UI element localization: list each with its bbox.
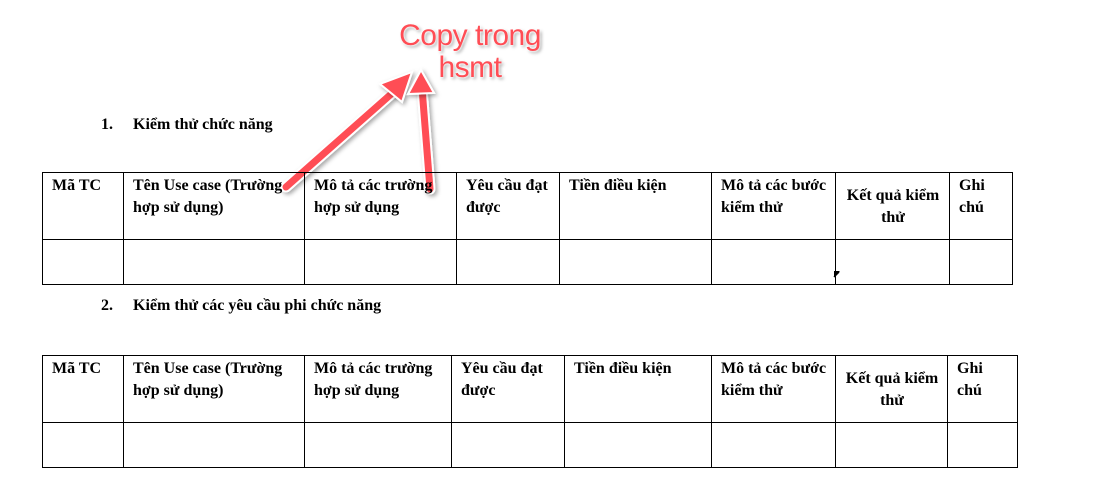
column-header: Tên Use case (Trường hợp sử dụng) (123, 172, 305, 240)
section-2-title: Kiểm thử các yêu cầu phi chức năng (133, 297, 382, 314)
table-cell[interactable] (451, 422, 565, 468)
table-header-row: Mã TC Tên Use case (Trường hợp sử dụng) … (42, 172, 1013, 240)
column-header: Ghi chú (947, 355, 1018, 423)
annotation-line-2: hsmt (438, 51, 502, 84)
table-cell[interactable] (947, 422, 1018, 468)
column-header: Kết quả kiểm thử (835, 172, 950, 240)
table-cell[interactable] (949, 239, 1013, 285)
table-cell[interactable] (123, 422, 305, 468)
column-header: Tiền điều kiện (564, 355, 712, 423)
functional-test-table: Mã TC Tên Use case (Trường hợp sử dụng) … (42, 172, 1013, 285)
table-cell[interactable] (42, 422, 124, 468)
table-cell[interactable] (304, 422, 452, 468)
table-cell[interactable] (559, 239, 712, 285)
table-cell[interactable] (564, 422, 712, 468)
section-1-title: Kiểm thử chức năng (133, 116, 273, 133)
annotation-line-1: Copy trong (399, 19, 541, 52)
table-cell[interactable] (835, 422, 948, 468)
column-header: Tên Use case (Trường hợp sử dụng) (123, 355, 305, 423)
column-header: Kết quả kiểm thử (835, 355, 948, 423)
column-header: Mô tả các bước kiểm thử (711, 172, 836, 240)
column-header: Yêu cầu đạt được (451, 355, 565, 423)
table-cell[interactable] (42, 239, 124, 285)
table-cell[interactable] (123, 239, 305, 285)
table-cell[interactable] (711, 422, 836, 468)
non-functional-test-table: Mã TC Tên Use case (Trường hợp sử dụng) … (42, 355, 1018, 468)
annotation-callout: Copy trong hsmt (380, 20, 560, 84)
table-row (42, 422, 1018, 468)
table-cell[interactable] (304, 239, 457, 285)
table-cell[interactable] (835, 239, 950, 285)
column-header: Mô tả các trường hợp sử dụng (304, 355, 452, 423)
section-2-heading: 2. Kiểm thử các yêu cầu phi chức năng (101, 297, 381, 315)
table-row (42, 239, 1013, 285)
column-header: Mã TC (42, 355, 124, 423)
column-header: Mã TC (42, 172, 124, 240)
column-header: Tiền điều kiện (559, 172, 712, 240)
column-header: Mô tả các bước kiểm thử (711, 355, 836, 423)
table-cell[interactable] (456, 239, 560, 285)
section-1-number: 1. (101, 116, 113, 133)
section-1-heading: 1. Kiểm thử chức năng (101, 116, 273, 134)
table-header-row: Mã TC Tên Use case (Trường hợp sử dụng) … (42, 355, 1018, 423)
section-2-number: 2. (101, 297, 113, 314)
column-header: Mô tả các trường hợp sử dụng (304, 172, 457, 240)
column-header: Yêu cầu đạt được (456, 172, 560, 240)
resize-cursor-icon (833, 271, 840, 278)
table-cell[interactable] (711, 239, 836, 285)
column-header: Ghi chú (949, 172, 1013, 240)
